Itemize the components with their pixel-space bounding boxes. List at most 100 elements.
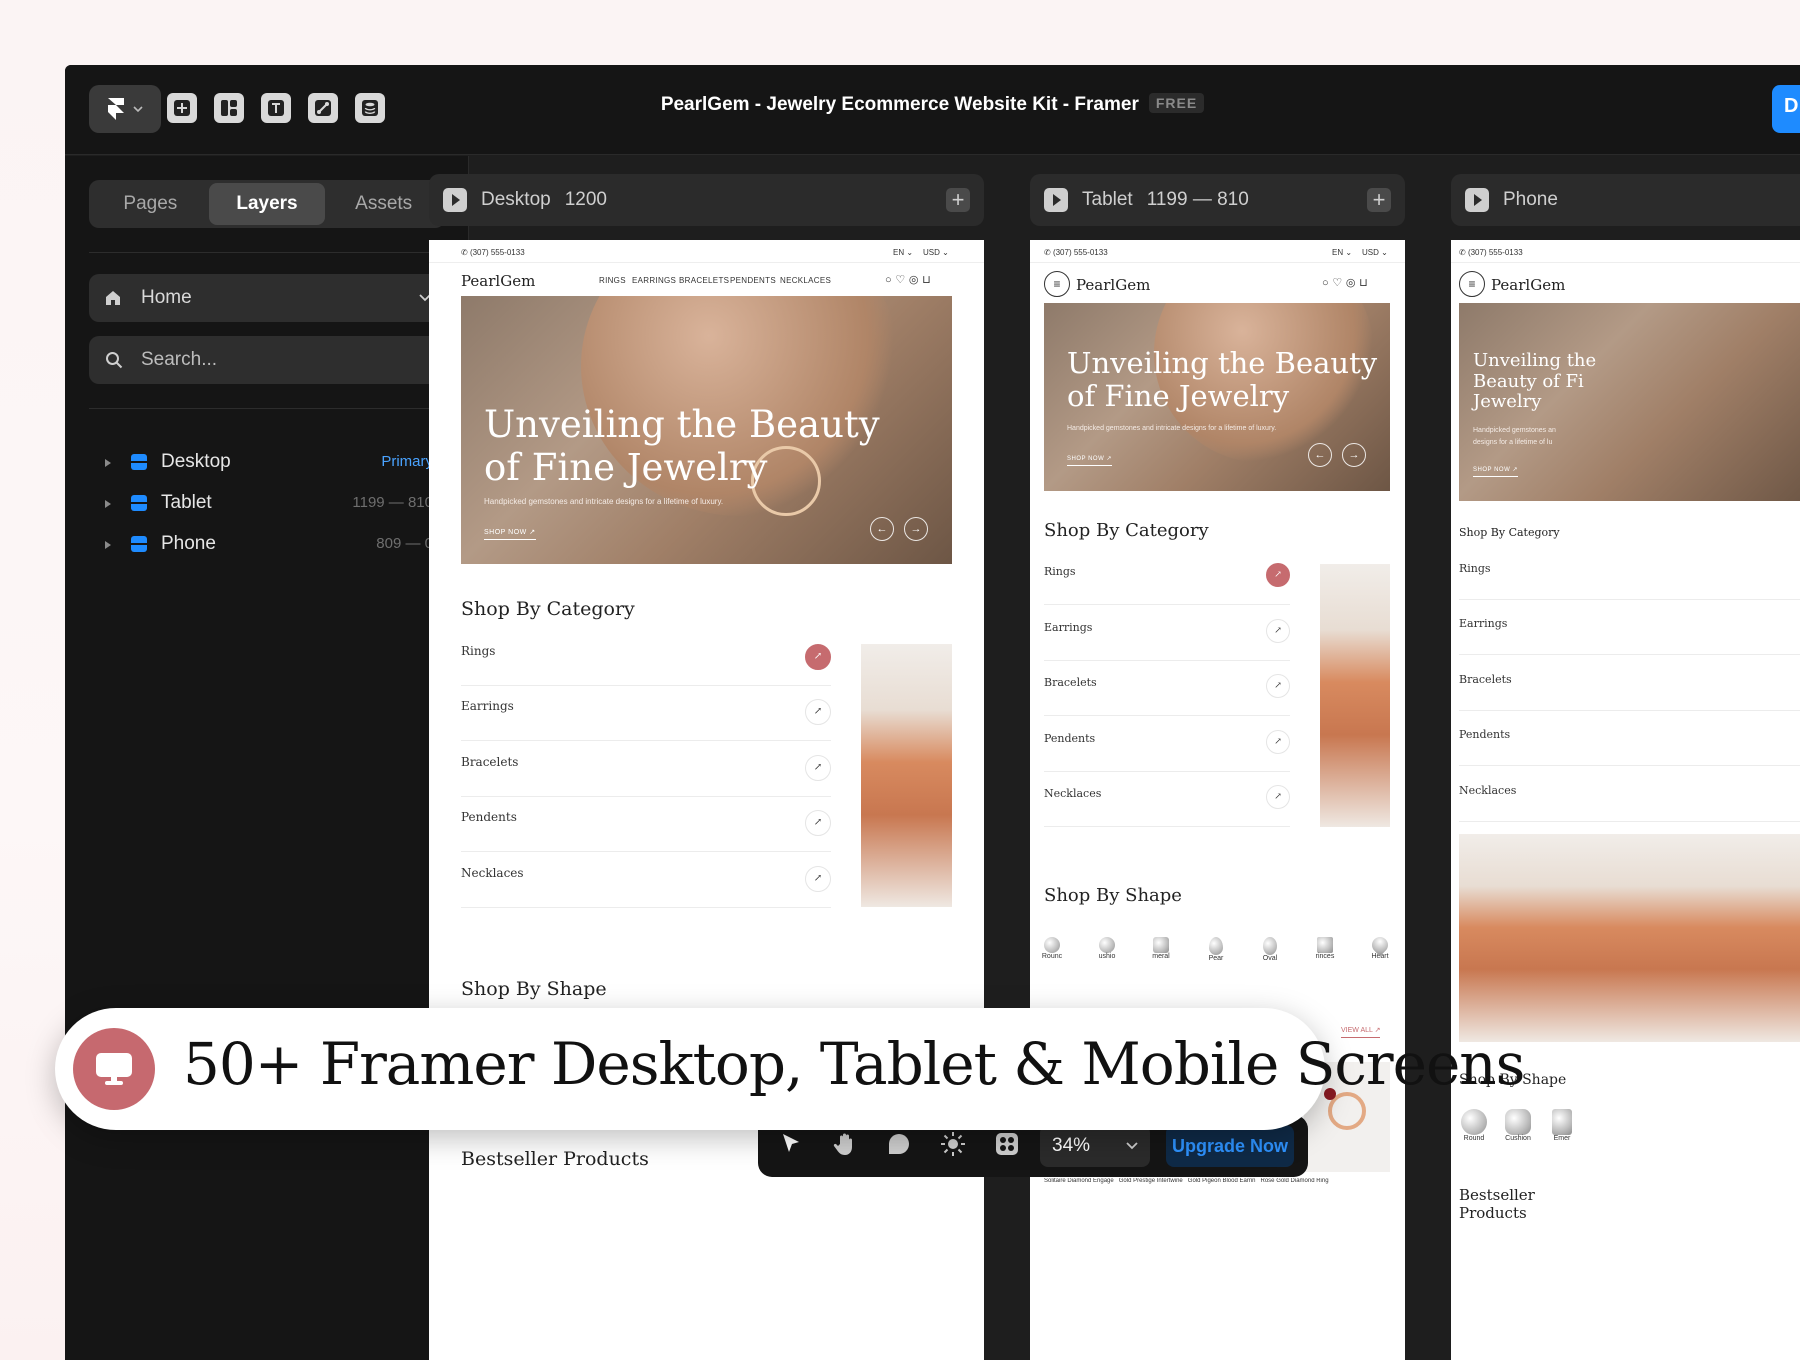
upgrade-button[interactable]: Upgrade Now <box>1166 1125 1294 1167</box>
play-icon[interactable] <box>443 188 467 212</box>
phone-screen[interactable]: ✆ (307) 555-0133 ≡ PearlGem Unveiling th… <box>1451 240 1800 1360</box>
nav-necklaces[interactable]: NECKLACES <box>780 276 831 285</box>
next-arrow-icon[interactable]: → <box>1342 443 1366 467</box>
tab-assets[interactable]: Assets <box>325 183 442 225</box>
currency-select[interactable]: USD ⌄ <box>1362 248 1388 257</box>
desktop-screen[interactable]: ✆ (307) 555-0133 EN ⌄ USD ⌄ PearlGem RIN… <box>429 240 984 1360</box>
gem-icon <box>1044 937 1060 953</box>
heart-icon[interactable]: ♡ <box>895 274 905 286</box>
arrow-up-right-icon[interactable]: ↗ <box>805 755 831 781</box>
arrow-up-right-icon[interactable]: ↗ <box>1266 730 1290 754</box>
zoom-select[interactable]: 34% <box>1040 1125 1150 1167</box>
heart-icon[interactable]: ♡ <box>1332 277 1342 289</box>
shape-item[interactable]: rinces <box>1311 937 1339 960</box>
cart-icon[interactable]: ⊔ <box>1359 277 1368 289</box>
shape-item[interactable]: meral <box>1147 937 1175 960</box>
layer-desktop[interactable]: Desktop Primary <box>89 442 445 482</box>
arrow-up-right-icon[interactable]: ↗ <box>1266 619 1290 643</box>
brand-logo[interactable]: PearlGem <box>1491 276 1565 294</box>
category-pendents[interactable]: Pendents <box>1459 728 1800 766</box>
category-bracelets[interactable]: Bracelets <box>1459 673 1800 711</box>
category-necklaces[interactable]: Necklaces ↗ <box>461 866 831 908</box>
category-rings[interactable]: Rings ↗ <box>1044 563 1290 605</box>
category-rings[interactable]: Rings <box>1459 562 1800 600</box>
next-arrow-icon[interactable]: → <box>904 517 928 541</box>
prev-arrow-icon[interactable]: ← <box>1308 443 1332 467</box>
frame-header-desktop[interactable]: Desktop 1200 + <box>429 174 984 226</box>
product-title[interactable]: Solitaire Diamond Engage <box>1044 1178 1114 1184</box>
shape-item[interactable]: Emer <box>1545 1109 1579 1142</box>
arrow-up-right-icon[interactable]: ↗ <box>1266 785 1290 809</box>
sun-icon[interactable] <box>940 1131 966 1157</box>
product-title[interactable]: Rose Gold Diamond Ring <box>1261 1178 1329 1184</box>
page-select[interactable]: Home <box>89 274 445 322</box>
add-breakpoint-button[interactable]: + <box>1367 188 1391 212</box>
user-icon[interactable]: ◎ <box>1346 277 1356 289</box>
expand-arrow-icon[interactable] <box>105 459 111 467</box>
shape-item[interactable]: Heart <box>1366 933 1394 960</box>
arrow-up-right-icon[interactable]: ↗ <box>1266 563 1290 587</box>
shape-item[interactable]: Cushion <box>1501 1109 1535 1142</box>
shape-item[interactable]: Rounc <box>1038 937 1066 960</box>
category-pendents[interactable]: Pendents ↗ <box>461 810 831 852</box>
play-icon[interactable] <box>1044 188 1068 212</box>
tablet-screen[interactable]: ✆ (307) 555-0133 EN ⌄ USD ⌄ ≡ PearlGem ○… <box>1030 240 1405 1360</box>
category-necklaces[interactable]: Necklaces <box>1459 784 1800 822</box>
shop-now-link[interactable]: SHOP NOW ↗ <box>1473 466 1518 477</box>
currency-select[interactable]: USD ⌄ <box>923 248 949 257</box>
tab-layers[interactable]: Layers <box>208 183 326 225</box>
prev-arrow-icon[interactable]: ← <box>870 517 894 541</box>
expand-arrow-icon[interactable] <box>105 500 111 508</box>
layer-name: Desktop <box>161 451 231 472</box>
cursor-icon[interactable] <box>778 1131 804 1157</box>
layers-search-input[interactable]: Search... <box>89 336 445 384</box>
search-icon[interactable]: ○ <box>1322 277 1329 289</box>
arrow-up-right-icon[interactable]: ↗ <box>805 810 831 836</box>
product-title[interactable]: Gold Prestige Intertwine <box>1119 1178 1183 1184</box>
play-icon[interactable] <box>1465 188 1489 212</box>
product-title[interactable]: Gold Pigeon Blood Earrin <box>1188 1178 1256 1184</box>
shape-item[interactable]: Pear <box>1202 937 1230 962</box>
expand-arrow-icon[interactable] <box>105 541 111 549</box>
user-icon[interactable]: ◎ <box>909 274 919 286</box>
layer-phone[interactable]: Phone 809 — 0 <box>89 524 445 564</box>
nav-rings[interactable]: RINGS <box>599 276 626 285</box>
category-bracelets[interactable]: Bracelets ↗ <box>461 755 831 797</box>
shape-item[interactable]: Round <box>1457 1109 1491 1142</box>
category-necklaces[interactable]: Necklaces ↗ <box>1044 785 1290 827</box>
language-select[interactable]: EN ⌄ <box>893 248 913 257</box>
brand-logo[interactable]: PearlGem <box>1076 276 1150 294</box>
shop-now-link[interactable]: SHOP NOW ↗ <box>484 528 536 540</box>
arrow-up-right-icon[interactable]: ↗ <box>1266 674 1290 698</box>
hamburger-menu-icon[interactable]: ≡ <box>1044 271 1070 297</box>
comment-icon[interactable] <box>886 1131 912 1157</box>
category-earrings[interactable]: Earrings ↗ <box>461 699 831 741</box>
shape-item[interactable]: ushio <box>1093 937 1121 960</box>
frame-header-tablet[interactable]: Tablet 1199 — 810 + <box>1030 174 1405 226</box>
search-icon[interactable]: ○ <box>885 274 892 286</box>
category-rings[interactable]: Rings ↗ <box>461 644 831 686</box>
plugins-icon[interactable] <box>994 1131 1020 1157</box>
category-pendents[interactable]: Pendents ↗ <box>1044 730 1290 772</box>
brand-logo[interactable]: PearlGem <box>461 272 535 290</box>
frame-header-phone[interactable]: Phone <box>1451 174 1800 226</box>
language-select[interactable]: EN ⌄ <box>1332 248 1352 257</box>
shape-item[interactable]: Oval <box>1256 937 1284 962</box>
arrow-up-right-icon[interactable]: ↗ <box>805 866 831 892</box>
nav-pendents[interactable]: PENDENTS <box>730 276 776 285</box>
tab-pages[interactable]: Pages <box>92 183 209 225</box>
arrow-up-right-icon[interactable]: ↗ <box>805 699 831 725</box>
layer-tablet[interactable]: Tablet 1199 — 810 <box>89 483 445 523</box>
publish-button[interactable]: D <box>1772 85 1800 133</box>
shop-now-link[interactable]: SHOP NOW ↗ <box>1067 455 1112 466</box>
category-earrings[interactable]: Earrings ↗ <box>1044 619 1290 661</box>
nav-earrings[interactable]: EARRINGS <box>632 276 676 285</box>
nav-bracelets[interactable]: BRACELETS <box>679 276 729 285</box>
hand-icon[interactable] <box>832 1131 858 1157</box>
cart-icon[interactable]: ⊔ <box>922 274 931 286</box>
category-earrings[interactable]: Earrings <box>1459 617 1800 655</box>
arrow-up-right-icon[interactable]: ↗ <box>805 644 831 670</box>
add-breakpoint-button[interactable]: + <box>946 188 970 212</box>
hamburger-menu-icon[interactable]: ≡ <box>1459 271 1485 297</box>
category-bracelets[interactable]: Bracelets ↗ <box>1044 674 1290 716</box>
